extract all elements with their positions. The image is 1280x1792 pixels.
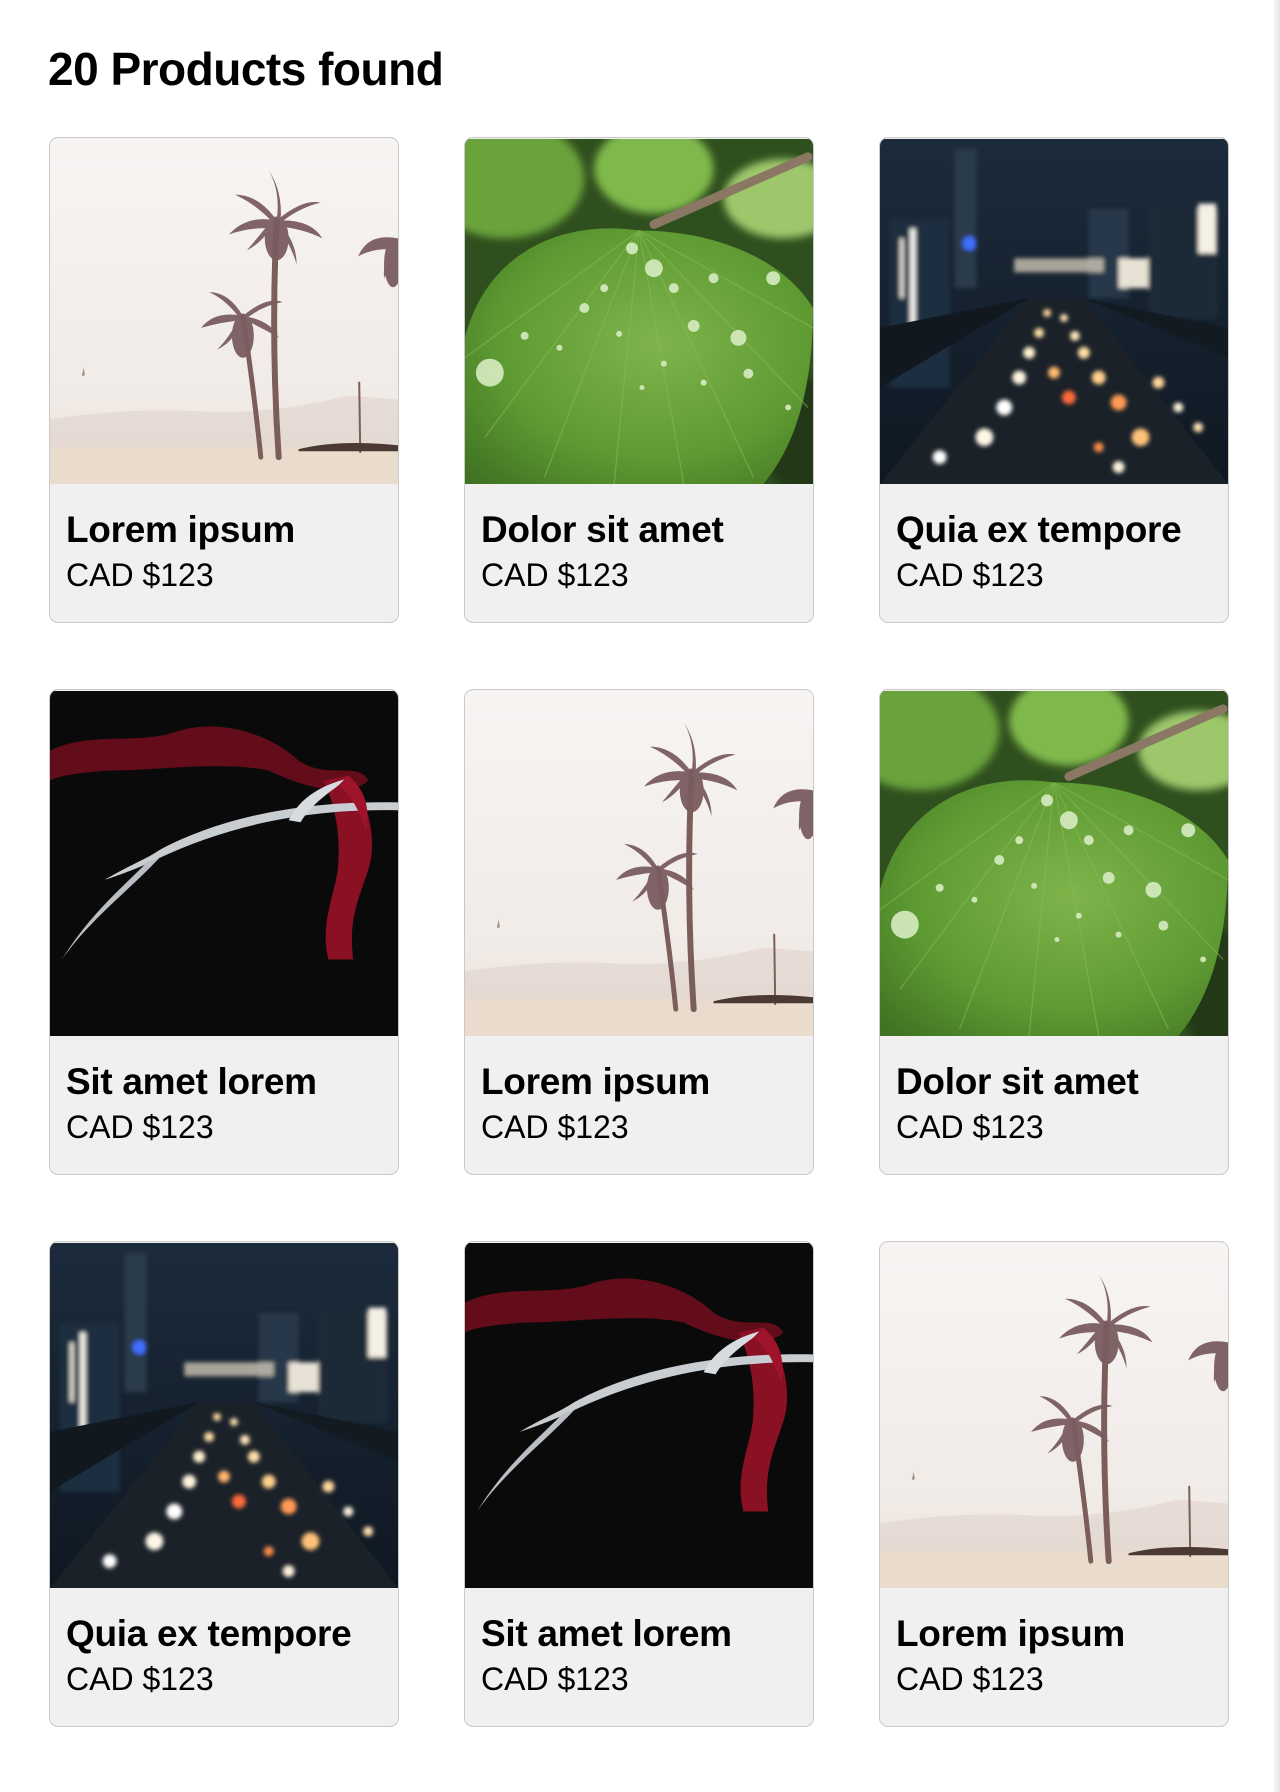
- product-name: Quia ex tempore: [66, 1613, 352, 1654]
- product-image: [880, 1242, 1228, 1589]
- product-name: Sit amet lorem: [66, 1061, 317, 1102]
- product-price: CAD $123: [896, 557, 1044, 593]
- product-price: CAD $123: [481, 557, 629, 593]
- product-image: [465, 138, 813, 485]
- product-name: Lorem ipsum: [481, 1061, 711, 1102]
- product-image: [465, 690, 813, 1037]
- product-image: [880, 138, 1228, 485]
- product-card[interactable]: Quia ex tempore CAD $123: [879, 137, 1229, 623]
- product-image: [465, 1242, 813, 1589]
- product-price: CAD $123: [66, 1109, 214, 1145]
- product-price: CAD $123: [66, 557, 214, 593]
- product-card[interactable]: Lorem ipsum CAD $123: [464, 689, 814, 1175]
- product-card[interactable]: Sit amet lorem CAD $123: [49, 689, 399, 1175]
- product-card[interactable]: Dolor sit amet CAD $123: [464, 137, 814, 623]
- product-name: Lorem ipsum: [66, 509, 296, 550]
- product-image: [50, 138, 398, 485]
- page-scroll-edge: [1274, 0, 1280, 1792]
- product-card[interactable]: Dolor sit amet CAD $123: [879, 689, 1229, 1175]
- product-card[interactable]: Lorem ipsum CAD $123: [879, 1241, 1229, 1727]
- results-count-heading: 20 Products found: [48, 43, 444, 95]
- product-name: Quia ex tempore: [896, 509, 1182, 550]
- product-image: [880, 690, 1228, 1037]
- product-grid: Lorem ipsum CAD $123 Dolor sit amet CAD …: [49, 137, 1229, 1727]
- product-price: CAD $123: [481, 1661, 629, 1697]
- product-price: CAD $123: [896, 1661, 1044, 1697]
- product-price: CAD $123: [481, 1109, 629, 1145]
- product-image: [50, 1242, 398, 1589]
- product-name: Dolor sit amet: [481, 509, 724, 550]
- product-price: CAD $123: [896, 1109, 1044, 1145]
- product-card[interactable]: Lorem ipsum CAD $123: [49, 137, 399, 623]
- product-price: CAD $123: [66, 1661, 214, 1697]
- product-card[interactable]: Quia ex tempore CAD $123: [49, 1241, 399, 1727]
- product-image: [50, 690, 398, 1037]
- product-name: Sit amet lorem: [481, 1613, 732, 1654]
- product-card[interactable]: Sit amet lorem CAD $123: [464, 1241, 814, 1727]
- product-name: Lorem ipsum: [896, 1613, 1126, 1654]
- product-name: Dolor sit amet: [896, 1061, 1139, 1102]
